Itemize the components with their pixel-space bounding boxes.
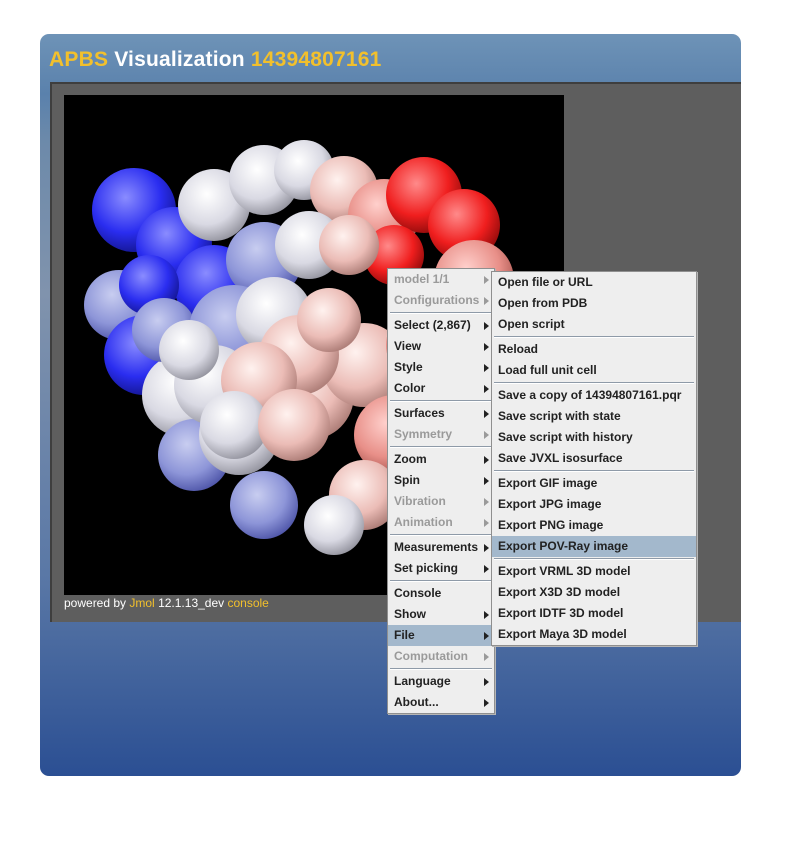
menu-item-computation: Computation: [388, 646, 494, 667]
menu-item-export-vrml[interactable]: Export VRML 3D model: [492, 561, 696, 582]
menu-item-open-pdb[interactable]: Open from PDB: [492, 293, 696, 314]
menu-item-style-label: Style: [394, 360, 423, 374]
menu-item-view[interactable]: View: [388, 336, 494, 357]
menu-item-spin-label: Spin: [394, 473, 420, 487]
menu-item-console[interactable]: Console: [388, 583, 494, 604]
jmol-link[interactable]: Jmol: [129, 596, 154, 610]
file-submenu: Open file or URL Open from PDB Open scri…: [491, 271, 697, 646]
menu-item-select[interactable]: Select (2,867): [388, 315, 494, 336]
menu-item-save-state[interactable]: Save script with state: [492, 406, 696, 427]
menu-item-export-gif[interactable]: Export GIF image: [492, 473, 696, 494]
page-title: APBS Visualization 14394807161: [49, 48, 382, 72]
chevron-right-icon: [484, 276, 489, 284]
chevron-right-icon: [484, 653, 489, 661]
powered-by-label: powered by: [64, 596, 127, 610]
menu-item-measurements-label: Measurements: [394, 540, 479, 554]
menu-item-save-copy[interactable]: Save a copy of 14394807161.pqr: [492, 385, 696, 406]
chevron-right-icon: [484, 456, 489, 464]
jmol-version: 12.1.13_dev: [158, 596, 225, 610]
menu-item-symmetry: Symmetry: [388, 424, 494, 445]
menu-item-model: model 1/1: [388, 269, 494, 290]
menu-item-select-label: Select (2,867): [394, 318, 471, 332]
menu-item-export-povray[interactable]: Export POV-Ray image: [492, 536, 696, 557]
menu-item-show[interactable]: Show: [388, 604, 494, 625]
menu-item-export-jpg[interactable]: Export JPG image: [492, 494, 696, 515]
chevron-right-icon: [484, 699, 489, 707]
menu-item-configurations: Configurations: [388, 290, 494, 311]
menu-item-style[interactable]: Style: [388, 357, 494, 378]
menu-item-about[interactable]: About...: [388, 692, 494, 713]
menu-item-save-history[interactable]: Save script with history: [492, 427, 696, 448]
menu-item-vibration-label: Vibration: [394, 494, 446, 508]
menu-item-symmetry-label: Symmetry: [394, 427, 453, 441]
title-job-id: 14394807161: [250, 48, 382, 71]
menu-item-export-x3d[interactable]: Export X3D 3D model: [492, 582, 696, 603]
menu-item-surfaces[interactable]: Surfaces: [388, 403, 494, 424]
chevron-right-icon: [484, 343, 489, 351]
menu-item-color-label: Color: [394, 381, 426, 395]
title-visualization: Visualization: [114, 48, 245, 71]
menu-item-show-label: Show: [394, 607, 426, 621]
menu-item-surfaces-label: Surfaces: [394, 406, 445, 420]
chevron-right-icon: [484, 364, 489, 372]
menu-item-color[interactable]: Color: [388, 378, 494, 399]
chevron-right-icon: [484, 410, 489, 418]
menu-item-configurations-label: Configurations: [394, 293, 480, 307]
menu-item-open-script[interactable]: Open script: [492, 314, 696, 335]
menu-item-set-picking[interactable]: Set picking: [388, 558, 494, 579]
chevron-right-icon: [484, 632, 489, 640]
jmol-context-menu: model 1/1 Configurations Select (2,867) …: [387, 268, 495, 714]
menu-item-spin[interactable]: Spin: [388, 470, 494, 491]
menu-item-save-jvxl[interactable]: Save JVXL isosurface: [492, 448, 696, 469]
menu-item-model-label: model 1/1: [394, 272, 450, 286]
menu-item-language[interactable]: Language: [388, 671, 494, 692]
menu-item-zoom[interactable]: Zoom: [388, 449, 494, 470]
menu-item-view-label: View: [394, 339, 422, 353]
chevron-right-icon: [484, 322, 489, 330]
menu-item-animation: Animation: [388, 512, 494, 533]
menu-item-about-label: About...: [394, 695, 439, 709]
menu-item-reload[interactable]: Reload: [492, 339, 696, 360]
chevron-right-icon: [484, 611, 489, 619]
menu-item-file-label: File: [394, 628, 415, 642]
chevron-right-icon: [484, 519, 489, 527]
menu-item-measurements[interactable]: Measurements: [388, 537, 494, 558]
powered-by-line: powered by Jmol 12.1.13_dev console: [64, 596, 269, 610]
menu-item-load-unit-cell[interactable]: Load full unit cell: [492, 360, 696, 381]
chevron-right-icon: [484, 385, 489, 393]
chevron-right-icon: [484, 498, 489, 506]
chevron-right-icon: [484, 431, 489, 439]
menu-item-file[interactable]: File: [388, 625, 494, 646]
chevron-right-icon: [484, 297, 489, 305]
console-link[interactable]: console: [227, 596, 268, 610]
menu-item-vibration: Vibration: [388, 491, 494, 512]
menu-item-export-idtf[interactable]: Export IDTF 3D model: [492, 603, 696, 624]
menu-item-zoom-label: Zoom: [394, 452, 427, 466]
title-apbs: APBS: [49, 48, 109, 71]
menu-item-animation-label: Animation: [394, 515, 453, 529]
menu-item-open-file[interactable]: Open file or URL: [492, 272, 696, 293]
menu-item-language-label: Language: [394, 674, 451, 688]
menu-item-console-label: Console: [394, 586, 442, 600]
menu-item-export-png[interactable]: Export PNG image: [492, 515, 696, 536]
menu-item-export-maya[interactable]: Export Maya 3D model: [492, 624, 696, 645]
chevron-right-icon: [484, 544, 489, 552]
menu-item-computation-label: Computation: [394, 649, 468, 663]
menu-item-set-picking-label: Set picking: [394, 561, 459, 575]
chevron-right-icon: [484, 678, 489, 686]
chevron-right-icon: [484, 477, 489, 485]
chevron-right-icon: [484, 565, 489, 573]
